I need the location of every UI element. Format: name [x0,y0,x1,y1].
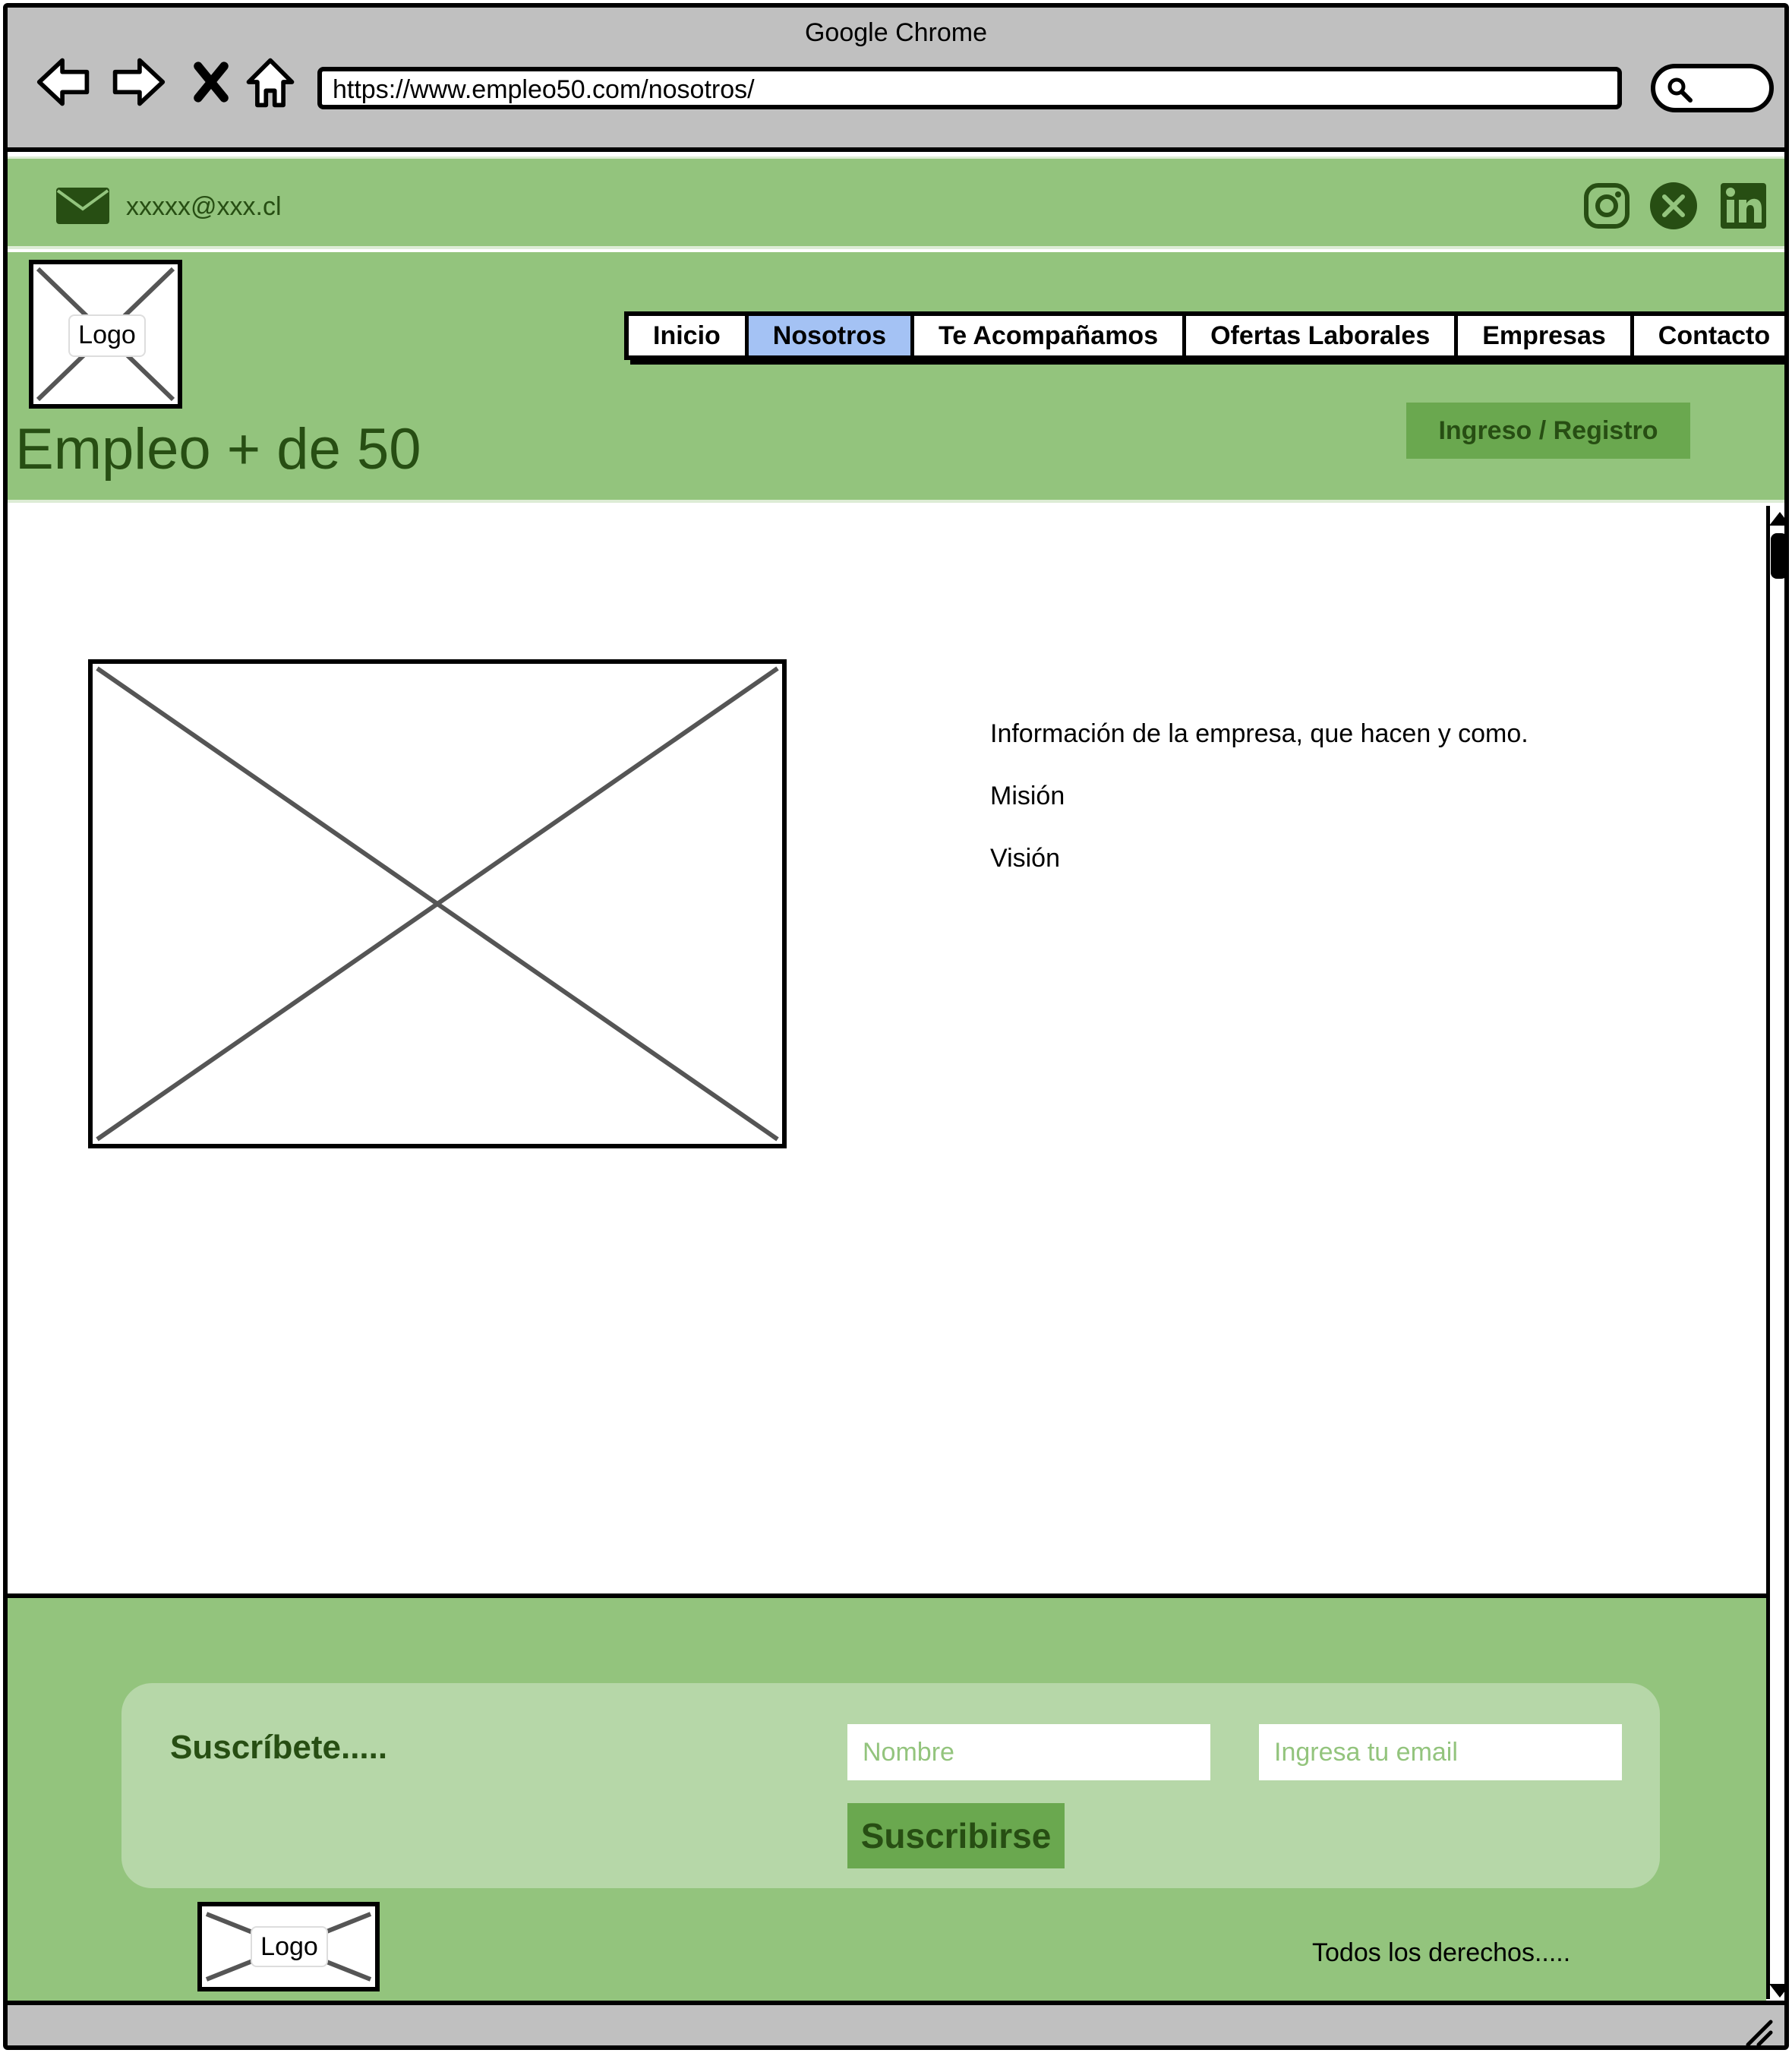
site-header: Logo Empleo + de 50 Inicio Nosotros Te A… [8,252,1784,503]
main-nav: Inicio Nosotros Te Acompañamos Ofertas L… [624,311,1784,360]
forward-arrow-icon [112,58,166,106]
copyright-text: Todos los derechos..... [1312,1938,1571,1967]
company-description: Información de la empresa, que hacen y c… [990,719,1529,748]
back-button[interactable] [33,52,94,112]
site-logo[interactable]: Logo [29,260,182,409]
subscribe-button[interactable]: Suscribirse [847,1803,1065,1868]
x-icon[interactable] [1649,182,1698,230]
footer-logo-label: Logo [251,1926,328,1967]
vision-heading: Visión [990,844,1060,873]
search-icon [1667,77,1693,103]
home-button[interactable] [240,52,301,112]
name-input[interactable] [847,1724,1210,1780]
site-footer: Suscríbete..... Suscribirse Logo Todos l… [8,1593,1766,2001]
scroll-up-arrow-icon[interactable] [1769,512,1784,526]
nav-item-empresas[interactable]: Empresas [1458,316,1634,355]
mail-icon [56,188,109,224]
browser-window: Google Chrome https://www.empleo50.com/n… [3,3,1789,2050]
company-info: Información de la empresa, que hacen y c… [990,719,1529,905]
home-icon [246,58,295,108]
close-icon [194,62,229,103]
email-input[interactable] [1259,1724,1622,1780]
instagram-icon[interactable] [1582,182,1631,230]
browser-status-bar [8,2001,1784,2048]
resize-grip-icon[interactable] [1743,2017,1774,2048]
nav-item-inicio[interactable]: Inicio [629,316,749,355]
nav-item-contacto[interactable]: Contacto [1633,316,1784,355]
footer-logo[interactable]: Logo [197,1902,380,1991]
site-title: Empleo + de 50 [15,417,421,482]
nav-item-ofertas-laborales[interactable]: Ofertas Laborales [1186,316,1459,355]
company-image [88,659,787,1148]
forward-button[interactable] [108,52,169,112]
nav-item-nosotros[interactable]: Nosotros [748,316,915,355]
browser-title: Google Chrome [804,18,987,47]
nav-item-te-acompanamos[interactable]: Te Acompañamos [914,316,1187,355]
logo-label: Logo [68,314,146,357]
mission-heading: Misión [990,782,1065,810]
contact-bar: xxxxx@xxx.cl [8,156,1784,249]
stop-button[interactable] [181,52,241,112]
login-register-button[interactable]: Ingreso / Registro [1406,403,1690,459]
scroll-down-arrow-icon[interactable] [1769,1984,1784,1998]
address-bar[interactable]: https://www.empleo50.com/nosotros/ [317,67,1622,109]
newsletter-panel: Suscríbete..... Suscribirse [121,1683,1660,1888]
contact-email[interactable]: xxxxx@xxx.cl [126,192,282,222]
main-content: Información de la empresa, que hacen y c… [8,506,1766,1593]
linkedin-icon[interactable] [1719,182,1768,230]
browser-search-button[interactable] [1651,64,1774,112]
subscribe-title: Suscríbete..... [170,1729,388,1766]
image-placeholder-icon [96,666,779,1142]
browser-toolbar: Google Chrome https://www.empleo50.com/n… [8,8,1784,152]
scrollbar-thumb[interactable] [1771,533,1784,579]
vertical-scrollbar[interactable] [1766,506,1784,1999]
back-arrow-icon [36,58,90,106]
